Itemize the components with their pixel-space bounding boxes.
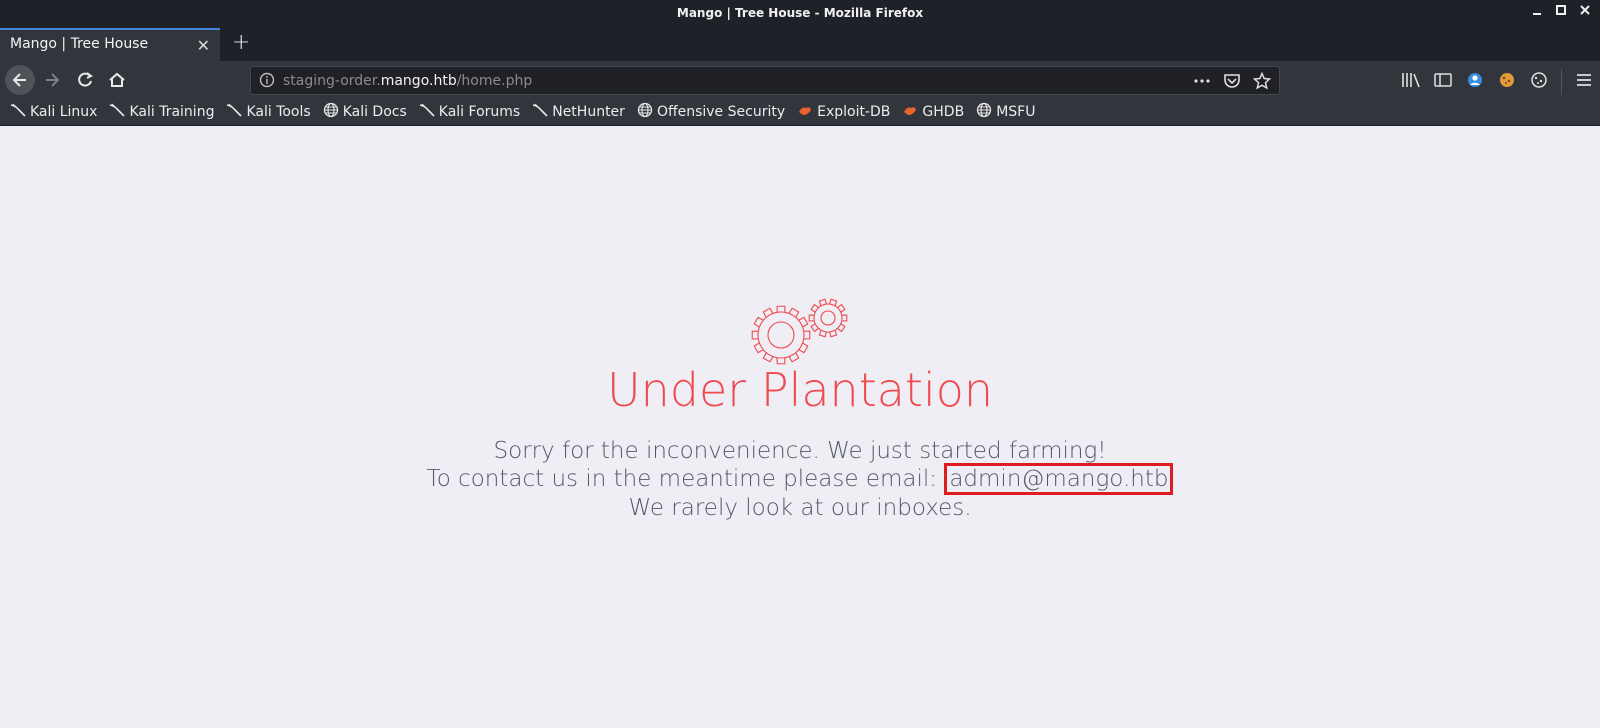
forward-button[interactable]: [37, 65, 67, 95]
gears-icon: [751, 298, 848, 365]
message-line-2: To contact us in the meantime please ema…: [0, 463, 1600, 495]
bookmark-label: Exploit-DB: [817, 104, 891, 120]
bookmark-item[interactable]: Kali Forums: [419, 103, 520, 121]
forward-arrow-icon: [46, 73, 60, 87]
bookmark-label: Kali Docs: [342, 104, 407, 120]
bookmark-item[interactable]: GHDB: [902, 103, 964, 121]
minimize-button[interactable]: [1528, 4, 1546, 22]
globe-icon: [637, 102, 653, 122]
contact-email: admin@mango.htb: [944, 463, 1174, 495]
new-tab-button[interactable]: +: [232, 30, 250, 55]
kali-dragon-icon: [419, 103, 435, 121]
message-line-3: We rarely look at our inboxes.: [628, 495, 972, 521]
globe-icon: [976, 102, 992, 122]
kali-dragon-icon: [10, 103, 26, 121]
extension-cookie-outline-icon[interactable]: [1529, 71, 1549, 93]
bookmark-item[interactable]: Kali Training: [109, 103, 214, 121]
message-line-1: Sorry for the inconvenience. We just sta…: [493, 438, 1107, 464]
bookmark-item[interactable]: Kali Docs: [323, 102, 407, 122]
bookmark-label: Offensive Security: [656, 104, 786, 120]
bookmark-label: GHDB: [922, 104, 965, 120]
close-icon: [1580, 5, 1590, 15]
account-icon[interactable]: [1465, 71, 1485, 93]
bookmark-star-icon[interactable]: [1252, 71, 1272, 94]
extension-cookie-icon[interactable]: [1497, 71, 1517, 93]
kali-dragon-icon: [109, 103, 126, 121]
page-actions-icon[interactable]: [1193, 72, 1211, 94]
reload-button[interactable]: [70, 65, 100, 95]
minimize-icon: [1533, 13, 1541, 15]
url-host: mango.htb: [380, 73, 457, 89]
exploit-db-icon: [902, 103, 918, 121]
back-button[interactable]: [5, 65, 35, 95]
exploit-db-icon: [797, 103, 813, 121]
url-bar[interactable]: staging-order.mango.htb/home.php: [250, 66, 1280, 95]
kali-dragon-icon: [532, 103, 548, 121]
bookmark-label: NetHunter: [552, 104, 625, 120]
bookmark-label: MSFU: [996, 104, 1036, 120]
kali-dragon-icon: [226, 103, 243, 121]
tab-mango[interactable]: Mango | Tree House ✕: [0, 28, 220, 61]
bookmark-item[interactable]: Offensive Security: [637, 102, 785, 122]
pocket-icon[interactable]: [1223, 72, 1241, 94]
tab-close-icon[interactable]: ✕: [197, 36, 210, 55]
bookmarks-toolbar: Kali Linux Kali Training Kali Tools Kali Do…: [0, 99, 1600, 126]
bookmark-label: Kali Linux: [30, 104, 98, 120]
window-title: Mango | Tree House - Mozilla Firefox: [676, 6, 924, 20]
bookmark-item[interactable]: NetHunter: [532, 103, 625, 121]
navigation-toolbar: staging-order.mango.htb/home.php: [0, 61, 1600, 99]
message-line-2-text: To contact us in the meantime please ema…: [426, 466, 945, 492]
library-icon[interactable]: [1401, 71, 1421, 93]
bookmark-item[interactable]: Kali Tools: [226, 103, 311, 121]
page-content: Under Plantation Sorry for the inconveni…: [0, 127, 1600, 728]
tab-strip: Mango | Tree House ✕ +: [0, 28, 1600, 61]
bookmark-item[interactable]: Exploit-DB: [797, 103, 890, 121]
hamburger-menu-icon[interactable]: [1574, 71, 1594, 93]
window-titlebar: Mango | Tree House - Mozilla Firefox: [0, 0, 1600, 28]
page-heading: Under Plantation: [606, 363, 994, 417]
bookmark-label: Kali Tools: [246, 104, 311, 120]
site-info-icon[interactable]: [259, 72, 275, 92]
tab-label: Mango | Tree House: [10, 36, 149, 52]
back-arrow-icon: [12, 73, 26, 87]
bookmark-label: Kali Forums: [438, 104, 521, 120]
url-path: /home.php: [456, 73, 533, 89]
globe-icon: [323, 102, 339, 122]
home-button[interactable]: [102, 65, 132, 95]
bookmark-item[interactable]: Kali Linux: [10, 103, 97, 121]
bookmark-item[interactable]: MSFU: [976, 102, 1035, 122]
close-window-button[interactable]: [1576, 4, 1594, 22]
maximize-button[interactable]: [1552, 4, 1570, 22]
reload-icon: [78, 72, 93, 87]
toolbar-separator: [1561, 69, 1562, 95]
url-subdomain: staging-order.: [283, 73, 381, 89]
home-icon: [109, 72, 125, 87]
maximize-icon: [1556, 5, 1566, 15]
url-text[interactable]: staging-order.mango.htb/home.php: [283, 73, 532, 89]
sidebar-icon[interactable]: [1433, 71, 1453, 93]
bookmark-label: Kali Training: [129, 104, 215, 120]
